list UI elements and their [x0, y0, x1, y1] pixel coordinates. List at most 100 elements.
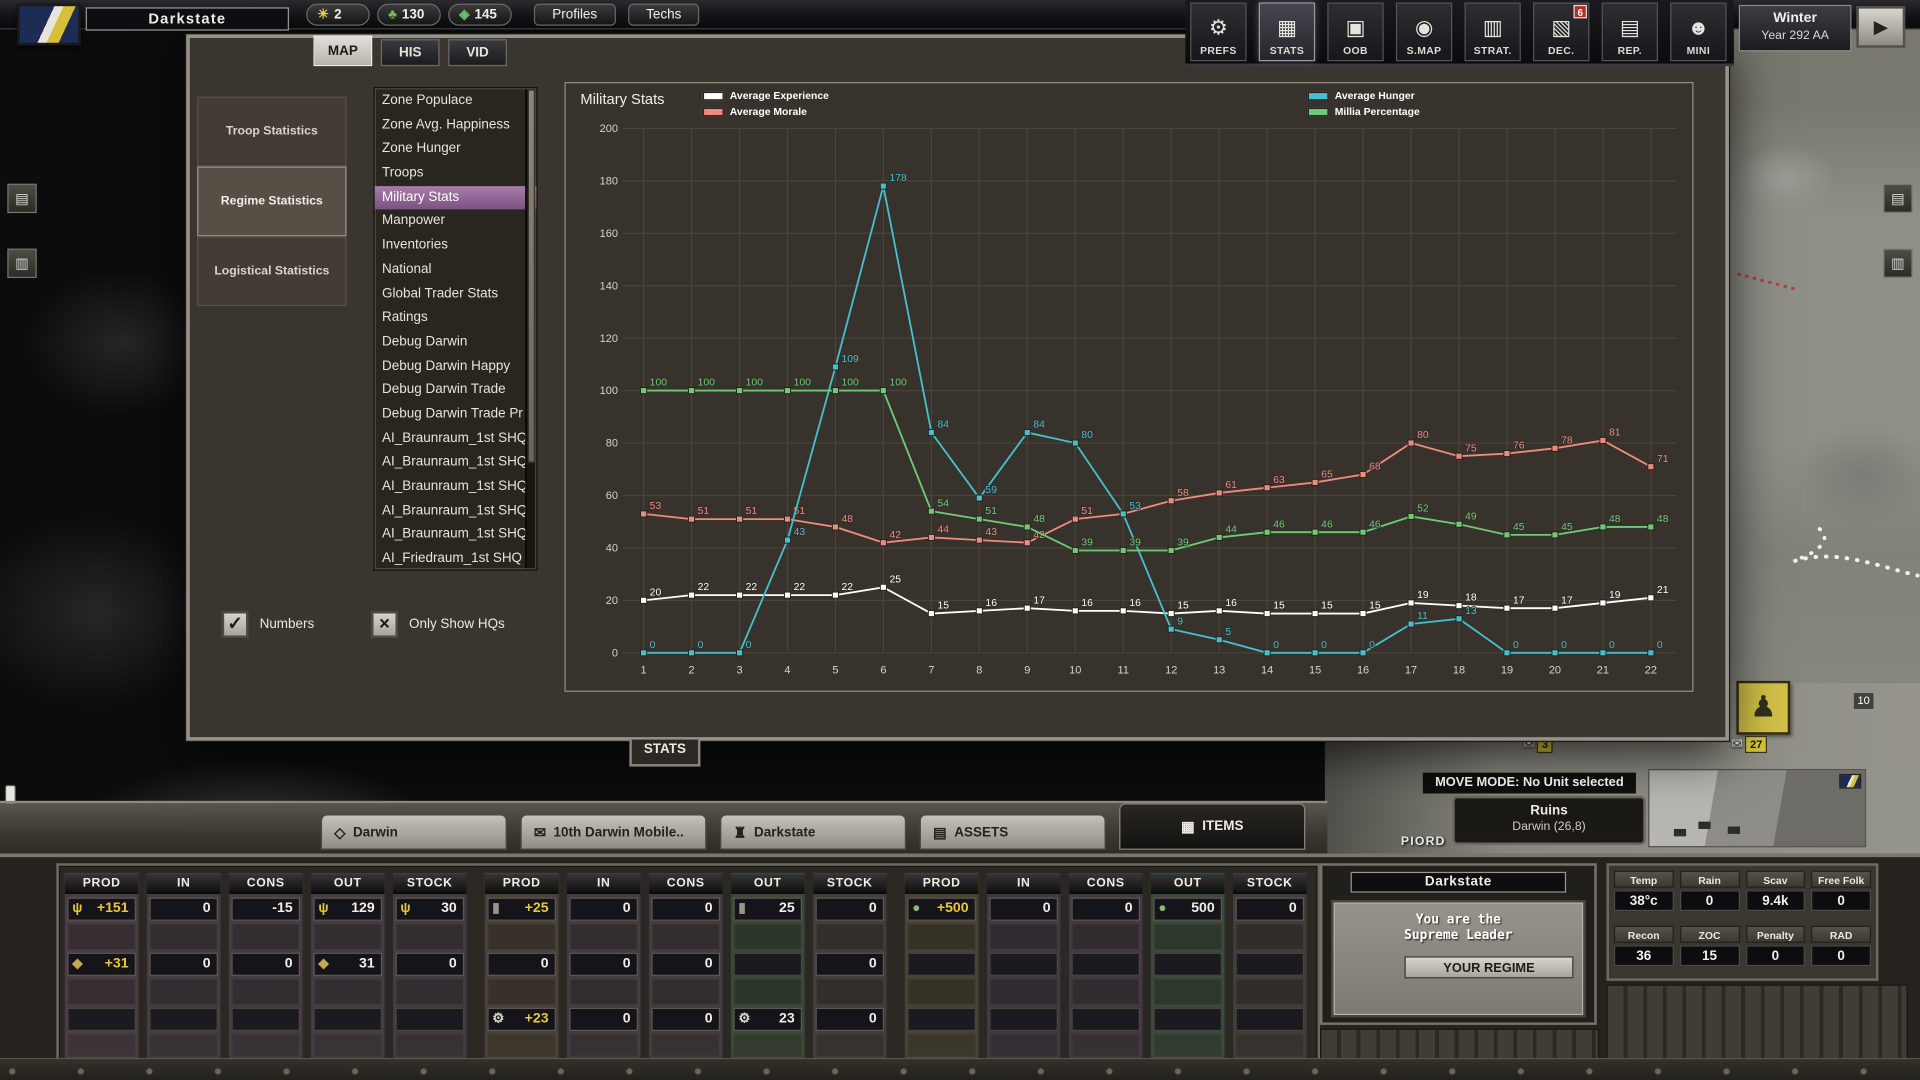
resource-cell[interactable]: ◆31: [313, 953, 382, 976]
unit-counter[interactable]: ♟: [1736, 681, 1790, 735]
view-tab-vid[interactable]: VID: [448, 39, 507, 66]
resource-leaf[interactable]: ♣130: [377, 4, 441, 26]
resource-cell-empty[interactable]: [907, 1008, 976, 1031]
resource-cell[interactable]: 0: [149, 953, 218, 976]
your-regime-button[interactable]: YOUR REGIME: [1404, 956, 1573, 978]
topbar-dec-button[interactable]: ▧6DEC.: [1533, 2, 1589, 61]
resource-cell[interactable]: 0: [149, 898, 218, 921]
resource-cell[interactable]: ▮+25: [487, 898, 556, 921]
resource-cell-empty[interactable]: [907, 953, 976, 976]
bottom-tab-assets[interactable]: ▤ASSETS: [920, 814, 1106, 850]
resource-cell-empty[interactable]: [1236, 953, 1305, 976]
techs-button[interactable]: Techs: [628, 4, 700, 26]
resource-cell-empty[interactable]: [1153, 953, 1222, 976]
view-tab-map[interactable]: MAP: [313, 36, 372, 67]
resource-cell[interactable]: 0: [816, 953, 885, 976]
bottom-tab-10th-darwin-mobile[interactable]: ✉10th Darwin Mobile..: [520, 814, 706, 850]
location-panel[interactable]: Ruins Darwin (26,8): [1452, 796, 1645, 845]
end-turn-button[interactable]: ▶: [1856, 6, 1905, 48]
report-item[interactable]: Manpower: [375, 210, 537, 234]
resource-cell[interactable]: 0: [651, 898, 720, 921]
report-item[interactable]: AI_Braunraum_1st SHQ: [375, 475, 537, 499]
bottom-tab-darwin[interactable]: ◇Darwin: [321, 814, 507, 850]
resource-cell-empty[interactable]: [989, 1008, 1058, 1031]
resource-cell[interactable]: ψ30: [396, 898, 465, 921]
resource-cell-empty[interactable]: [231, 1008, 300, 1031]
category-regime-statistics[interactable]: Regime Statistics: [197, 167, 346, 237]
report-item[interactable]: Debug Darwin Happy: [375, 355, 537, 379]
resource-cell[interactable]: 0: [651, 953, 720, 976]
report-item[interactable]: Troops: [375, 162, 537, 186]
topbar-mini-button[interactable]: ☻MINI: [1670, 2, 1726, 61]
side-panel-toggle-button[interactable]: ▤: [1883, 184, 1912, 213]
resource-cell-empty[interactable]: [149, 1008, 218, 1031]
side-layers-button[interactable]: ▥: [1883, 249, 1912, 278]
resource-cell-empty[interactable]: [1071, 1008, 1140, 1031]
regime-flag[interactable]: [17, 4, 81, 46]
minimap[interactable]: [1648, 769, 1866, 847]
resource-cell[interactable]: 0: [569, 953, 638, 976]
bottom-tab-items[interactable]: ▦ITEMS: [1119, 803, 1305, 850]
view-tab-his[interactable]: HIS: [381, 39, 440, 66]
resource-sun[interactable]: ☀2: [306, 4, 370, 26]
resource-credits[interactable]: ◈145: [448, 4, 512, 26]
resource-cell[interactable]: ●500: [1153, 898, 1222, 921]
resource-cell[interactable]: 0: [487, 953, 556, 976]
report-item[interactable]: AI_Braunraum_1st SHQ: [375, 427, 537, 451]
report-item[interactable]: National: [375, 258, 537, 282]
regime-name-plate[interactable]: Darkstate: [86, 7, 289, 30]
side-panel-toggle-button[interactable]: ▤: [7, 184, 36, 213]
side-layers-button[interactable]: ▥: [7, 249, 36, 278]
resource-cell[interactable]: ●+500: [907, 898, 976, 921]
resource-cell[interactable]: ▮25: [733, 898, 802, 921]
report-item[interactable]: AI_Friedraum_1st SHQ: [375, 547, 537, 571]
topbar-rep-button[interactable]: ▤REP.: [1602, 2, 1658, 61]
resource-cell[interactable]: 0: [231, 953, 300, 976]
category-troop-statistics[interactable]: Troop Statistics: [197, 97, 346, 167]
report-item[interactable]: Zone Avg. Happiness: [375, 113, 537, 137]
topbar-prefs-button[interactable]: ⚙PREFS: [1190, 2, 1246, 61]
resource-cell[interactable]: 0: [1071, 898, 1140, 921]
resource-cell[interactable]: 0: [1236, 898, 1305, 921]
resource-cell[interactable]: 0: [396, 953, 465, 976]
report-item[interactable]: Debug Darwin: [375, 330, 537, 354]
report-item[interactable]: Inventories: [375, 234, 537, 258]
resource-cell-empty[interactable]: [396, 1008, 465, 1031]
resource-cell[interactable]: 0: [816, 898, 885, 921]
resource-cell-empty[interactable]: [733, 953, 802, 976]
resource-cell[interactable]: ψ129: [313, 898, 382, 921]
resource-cell[interactable]: 0: [989, 898, 1058, 921]
map-terrain-right[interactable]: [1727, 29, 1920, 776]
bottom-tab-darkstate[interactable]: ♜Darkstate: [720, 814, 906, 850]
report-item[interactable]: AI_Braunraum_1st SHQ: [375, 499, 537, 523]
resource-cell[interactable]: 0: [569, 898, 638, 921]
resource-cell-empty[interactable]: [1071, 953, 1140, 976]
resource-cell-empty[interactable]: [989, 953, 1058, 976]
resource-cell[interactable]: 0: [651, 1008, 720, 1031]
report-item[interactable]: Ratings: [375, 306, 537, 330]
only-show-hqs-checkbox[interactable]: ×Only Show HQs: [371, 611, 505, 638]
resource-cell[interactable]: 0: [569, 1008, 638, 1031]
message-chip[interactable]: ✉ 27: [1731, 736, 1767, 753]
topbar-stats-button[interactable]: ▦STATS: [1259, 2, 1315, 61]
resource-cell-empty[interactable]: [67, 1008, 136, 1031]
stats-window-tab[interactable]: STATS: [629, 740, 700, 767]
resource-cell[interactable]: ⚙23: [733, 1008, 802, 1031]
resource-cell[interactable]: 0: [816, 1008, 885, 1031]
scrollbar-thumb[interactable]: [528, 89, 535, 462]
resource-cell-empty[interactable]: [1236, 1008, 1305, 1031]
report-item[interactable]: Global Trader Stats: [375, 282, 537, 306]
profiles-button[interactable]: Profiles: [534, 4, 616, 26]
report-item[interactable]: AI_Braunraum_1st SHQ: [375, 451, 537, 475]
report-item[interactable]: Zone Populace: [375, 89, 537, 113]
resource-cell[interactable]: -15: [231, 898, 300, 921]
report-item[interactable]: Debug Darwin Trade: [375, 379, 537, 403]
topbar-strat-button[interactable]: ▥STRAT.: [1464, 2, 1520, 61]
resource-cell-empty[interactable]: [313, 1008, 382, 1031]
report-item[interactable]: Zone Hunger: [375, 138, 537, 162]
report-item[interactable]: Debug Darwin Trade Pr: [375, 403, 537, 427]
numbers-checkbox[interactable]: ✓Numbers: [222, 611, 315, 638]
report-item[interactable]: Military Stats: [375, 186, 537, 210]
resource-cell[interactable]: ⚙+23: [487, 1008, 556, 1031]
resource-cell[interactable]: ψ+151: [67, 898, 136, 921]
